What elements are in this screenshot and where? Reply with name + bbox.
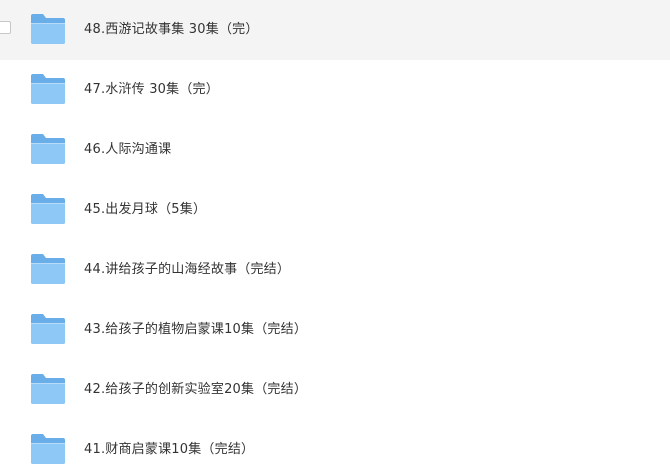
folder-icon xyxy=(31,194,65,224)
row-checkbox[interactable] xyxy=(0,21,11,34)
file-row[interactable]: 48.西游记故事集 30集（完） xyxy=(0,0,670,60)
folder-icon xyxy=(31,314,65,344)
file-row[interactable]: 43.给孩子的植物启蒙课10集（完结） xyxy=(0,300,670,360)
file-name[interactable]: 45.出发月球（5集） xyxy=(84,180,206,240)
file-row[interactable]: 46.人际沟通课 xyxy=(0,120,670,180)
folder-icon xyxy=(31,434,65,464)
file-name[interactable]: 42.给孩子的创新实验室20集（完结） xyxy=(84,360,307,420)
file-name[interactable]: 48.西游记故事集 30集（完） xyxy=(84,0,259,60)
file-name[interactable]: 43.给孩子的植物启蒙课10集（完结） xyxy=(84,300,307,360)
file-row[interactable]: 41.财商启蒙课10集（完结） xyxy=(0,420,670,472)
file-name[interactable]: 47.水浒传 30集（完） xyxy=(84,60,219,120)
folder-icon xyxy=(31,14,65,44)
folder-icon xyxy=(31,74,65,104)
file-row[interactable]: 47.水浒传 30集（完） xyxy=(0,60,670,120)
folder-icon xyxy=(31,134,65,164)
folder-icon xyxy=(31,374,65,404)
file-name[interactable]: 44.讲给孩子的山海经故事（完结） xyxy=(84,240,290,300)
file-row[interactable]: 44.讲给孩子的山海经故事（完结） xyxy=(0,240,670,300)
file-name[interactable]: 41.财商启蒙课10集（完结） xyxy=(84,420,254,472)
file-row[interactable]: 42.给孩子的创新实验室20集（完结） xyxy=(0,360,670,420)
file-name[interactable]: 46.人际沟通课 xyxy=(84,120,171,180)
file-row[interactable]: 45.出发月球（5集） xyxy=(0,180,670,240)
folder-icon xyxy=(31,254,65,284)
file-list: 48.西游记故事集 30集（完） 47.水浒传 30集（完） 46.人际沟通课 … xyxy=(0,0,670,472)
